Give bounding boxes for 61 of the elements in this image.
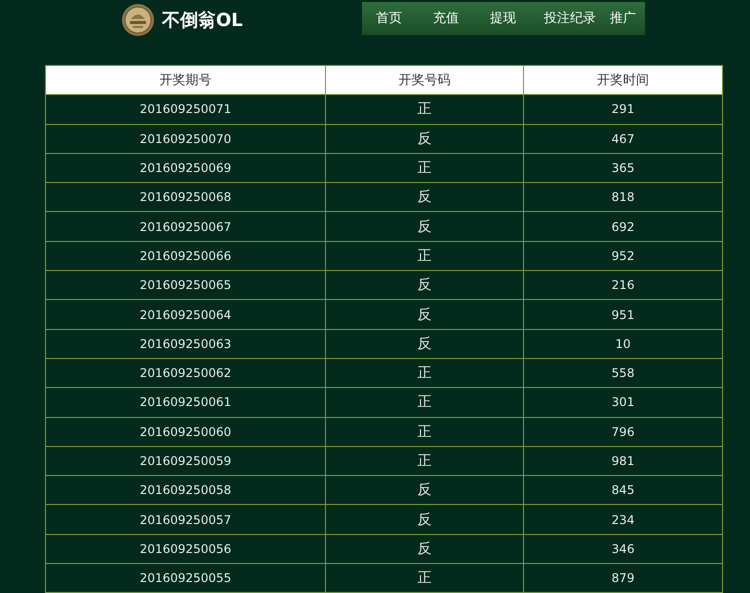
table-cell: 346 [524,534,722,564]
table-cell: 796 [524,417,722,446]
nav-link[interactable]: 推广 [603,9,643,27]
column-header: 开奖期号 [46,66,326,95]
nav-link[interactable]: 充值 [423,9,480,27]
table-cell: 201609250063 [46,329,326,358]
table-cell: 反 [326,534,524,564]
table-cell: 正 [326,417,524,446]
table-cell: 正 [326,94,524,124]
table-cell: 558 [524,358,722,388]
table-cell: 10 [524,329,722,358]
table-cell: 467 [524,124,722,154]
nav-link[interactable]: 提现 [480,9,537,27]
table-cell: 反 [326,329,524,358]
table-cell: 952 [524,241,722,271]
table-cell: 正 [326,564,524,593]
table-cell: 291 [524,94,722,124]
table-cell: 201609250061 [46,388,326,418]
table-cell: 201609250066 [46,241,326,271]
table-cell: 216 [524,270,722,300]
table-cell: 201609250057 [46,504,326,534]
table-cell: 正 [326,153,524,183]
table-cell: 201609250064 [46,300,326,330]
table-cell: 正 [326,446,524,476]
column-header: 开奖时间 [524,66,722,95]
table-cell: 正 [326,358,524,388]
table-cell: 201609250056 [46,534,326,564]
table-cell: 981 [524,446,722,476]
table-cell: 951 [524,300,722,330]
table-cell: 反 [326,182,524,212]
column-header: 开奖号码 [326,66,524,95]
table-cell: 234 [524,504,722,534]
table-cell: 201609250065 [46,270,326,300]
table-cell: 正 [326,241,524,271]
nav-link[interactable]: 投注纪录 [537,9,603,27]
table-cell: 反 [326,300,524,330]
table-cell: 818 [524,182,722,212]
table-cell: 301 [524,388,722,418]
table-cell: 201609250060 [46,417,326,446]
table-cell: 201609250058 [46,476,326,505]
table-cell: 201609250069 [46,153,326,183]
table-cell: 201609250068 [46,182,326,212]
table-cell: 201609250067 [46,212,326,242]
table-cell: 反 [326,270,524,300]
table-cell: 201609250059 [46,446,326,476]
table-cell: 845 [524,476,722,505]
table-cell: 365 [524,153,722,183]
table-cell: 201609250070 [46,124,326,154]
nav-link[interactable]: 首页 [366,9,423,27]
table-cell: 反 [326,504,524,534]
table-cell: 201609250071 [46,94,326,124]
table-cell: 201609250055 [46,564,326,593]
table-cell: 201609250062 [46,358,326,388]
table-cell: 正 [326,388,524,418]
coin-logo-icon [122,4,154,36]
table-cell: 反 [326,476,524,505]
table-cell: 879 [524,564,722,593]
site-title: 不倒翁OL [162,9,243,32]
table-cell: 反 [326,124,524,154]
table-cell: 反 [326,212,524,242]
table-cell: 692 [524,212,722,242]
